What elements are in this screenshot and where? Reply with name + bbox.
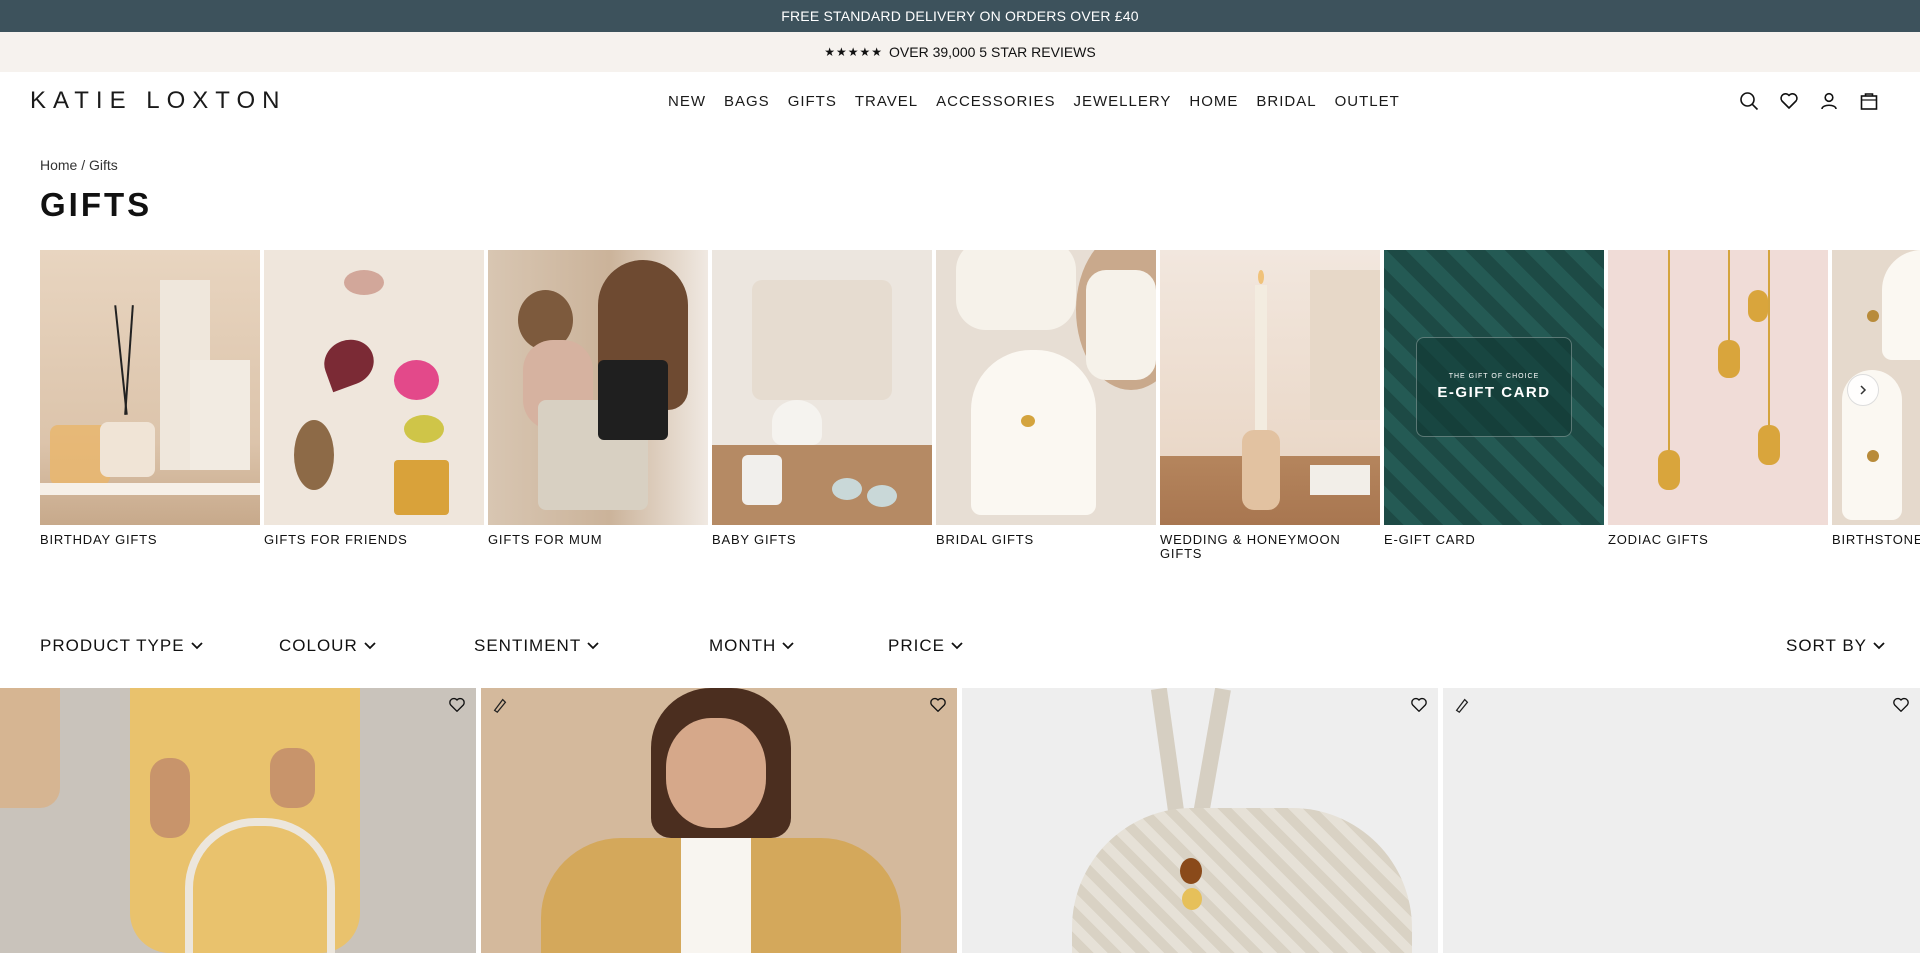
category-image-bridal [936,250,1156,525]
nav-item-home[interactable]: HOME [1189,93,1238,110]
nav-item-gifts[interactable]: GIFTS [788,93,837,110]
category-label: BIRTHDAY GIFTS [40,532,158,547]
category-card-wedding[interactable]: WEDDING & HONEYMOON GIFTS [1160,250,1380,561]
nav-item-new[interactable]: NEW [668,93,706,110]
heart-icon[interactable] [448,696,466,719]
filter-label: SENTIMENT [474,636,582,655]
reviews-banner-text: OVER 39,000 5 STAR REVIEWS [889,44,1096,60]
chevron-down-icon [1873,642,1885,650]
product-tile[interactable] [0,688,476,953]
page-title: GIFTS [40,186,153,223]
nav-item-bridal[interactable]: BRIDAL [1256,93,1316,110]
main-nav: NEW BAGS GIFTS TRAVEL ACCESSORIES JEWELL… [668,72,1418,130]
brand-logo[interactable]: KATIE LOXTON [30,87,287,115]
category-image-birthday [40,250,260,525]
search-icon[interactable] [1738,90,1760,112]
chevron-right-icon [1860,385,1867,395]
egift-overlay-small: THE GIFT OF CHOICE [1448,373,1540,380]
sort-label: SORT BY [1786,636,1868,655]
breadcrumb-home[interactable]: Home [40,157,77,173]
chevron-down-icon [782,642,794,650]
nav-item-jewellery[interactable]: JEWELLERY [1073,93,1171,110]
category-label: GIFTS FOR FRIENDS [264,532,408,547]
category-carousel: BIRTHDAY GIFTS GIFTS FOR FRIENDS GIFTS F… [40,250,1920,570]
category-image-friends [264,250,484,525]
delivery-banner-text: FREE STANDARD DELIVERY ON ORDERS OVER £4… [781,8,1139,24]
chevron-down-icon [587,642,599,650]
egift-overlay-big: E-GIFT CARD [1437,384,1551,401]
category-image-zodiac [1608,250,1828,525]
category-card-birthday[interactable]: BIRTHDAY GIFTS [40,250,260,547]
nav-item-accessories[interactable]: ACCESSORIES [936,93,1055,110]
sort-by-dropdown[interactable]: SORT BY [1786,636,1885,656]
reviews-banner: ★★★★★ OVER 39,000 5 STAR REVIEWS [0,32,1920,72]
filter-price[interactable]: PRICE [888,636,963,656]
nav-item-outlet[interactable]: OUTLET [1335,93,1400,110]
heart-icon[interactable] [1892,696,1910,719]
category-label: GIFTS FOR MUM [488,532,603,547]
category-card-egift[interactable]: THE GIFT OF CHOICE E-GIFT CARD E-GIFT CA… [1384,250,1604,547]
bag-icon[interactable] [1858,90,1880,112]
category-image-wedding [1160,250,1380,525]
star-rating-icon: ★★★★★ [824,45,884,59]
category-card-zodiac[interactable]: ZODIAC GIFTS [1608,250,1828,547]
category-image-mum [488,250,708,525]
egift-card-overlay: THE GIFT OF CHOICE E-GIFT CARD [1416,337,1572,437]
sketch-badge-icon [491,696,509,719]
breadcrumb-separator: / [77,157,90,173]
heart-icon[interactable] [1778,90,1800,112]
filter-month[interactable]: MONTH [709,636,794,656]
filter-label: PRODUCT TYPE [40,636,185,655]
delivery-banner: FREE STANDARD DELIVERY ON ORDERS OVER £4… [0,0,1920,32]
category-label: E-GIFT CARD [1384,532,1476,547]
filter-colour[interactable]: COLOUR [279,636,376,656]
filter-label: MONTH [709,636,777,655]
category-label: WEDDING & HONEYMOON GIFTS [1160,532,1341,561]
category-card-mum[interactable]: GIFTS FOR MUM [488,250,708,547]
sketch-badge-icon [1453,696,1471,719]
carousel-next-button[interactable] [1847,374,1879,406]
category-label: BRIDAL GIFTS [936,532,1034,547]
heart-icon[interactable] [929,696,947,719]
heart-icon[interactable] [1410,696,1428,719]
filter-bar: PRODUCT TYPE COLOUR SENTIMENT MONTH PRIC… [0,636,1920,666]
category-label: BIRTHSTONE [1832,532,1920,547]
product-grid [0,688,1920,953]
filter-sentiment[interactable]: SENTIMENT [474,636,599,656]
nav-item-travel[interactable]: TRAVEL [855,93,918,110]
product-tile[interactable] [481,688,957,953]
nav-item-bags[interactable]: BAGS [724,93,770,110]
category-image-baby [712,250,932,525]
filter-label: COLOUR [279,636,358,655]
header-actions [1738,72,1880,130]
filter-label: PRICE [888,636,945,655]
breadcrumb-current: Gifts [89,157,118,173]
category-label: ZODIAC GIFTS [1608,532,1709,547]
chevron-down-icon [190,642,203,650]
chevron-down-icon [951,642,963,650]
category-label: BABY GIFTS [712,532,797,547]
account-icon[interactable] [1818,90,1840,112]
filter-product-type[interactable]: PRODUCT TYPE [40,636,203,656]
category-card-baby[interactable]: BABY GIFTS [712,250,932,547]
breadcrumb: Home / Gifts [40,157,118,173]
category-card-bridal[interactable]: BRIDAL GIFTS [936,250,1156,547]
category-image-egift: THE GIFT OF CHOICE E-GIFT CARD [1384,250,1604,525]
category-card-friends[interactable]: GIFTS FOR FRIENDS [264,250,484,547]
product-tile[interactable] [1443,688,1920,953]
product-tile[interactable] [962,688,1438,953]
site-header: KATIE LOXTON NEW BAGS GIFTS TRAVEL ACCES… [0,72,1920,130]
chevron-down-icon [364,642,376,650]
